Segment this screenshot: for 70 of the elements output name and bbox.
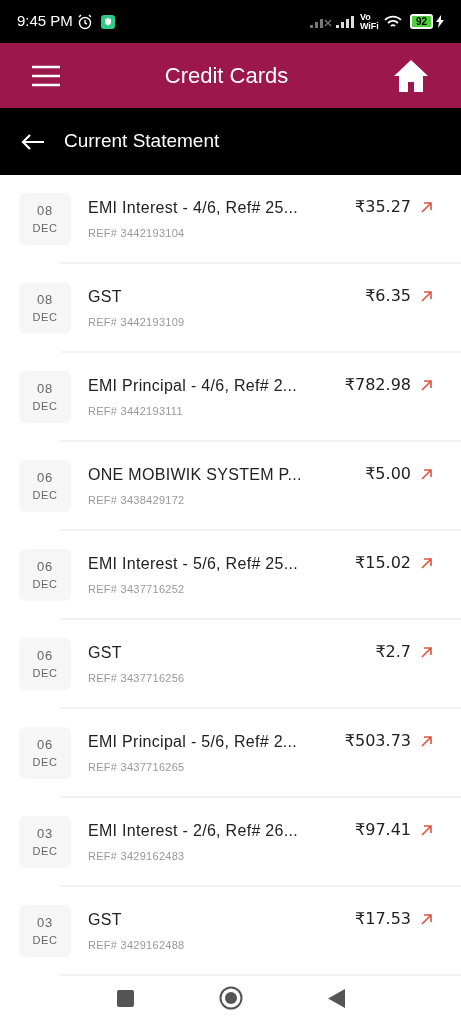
- home-button[interactable]: [393, 58, 429, 93]
- home-nav-button[interactable]: [218, 986, 243, 1010]
- shield-app-icon: [100, 14, 115, 29]
- date-day: 03: [37, 823, 53, 843]
- battery-indicator: 92: [409, 14, 433, 29]
- outgoing-arrow-icon: [420, 645, 433, 659]
- reference-number: REF# 3437716265: [88, 759, 186, 775]
- back-button[interactable]: [20, 132, 45, 151]
- outgoing-arrow-icon: [420, 734, 433, 748]
- signal-icon: [335, 15, 356, 28]
- transaction-amount: ₹97.41: [355, 819, 411, 841]
- outgoing-arrow-icon: [420, 823, 433, 837]
- transaction-amount: ₹5.00: [365, 463, 411, 485]
- reference-number: REF# 3429162488: [88, 937, 186, 953]
- recent-apps-button[interactable]: [116, 989, 134, 1007]
- transaction-amount: ₹17.53: [355, 908, 411, 930]
- screen-title: Current Statement: [64, 129, 220, 154]
- date-month: DEC: [32, 310, 58, 325]
- wifi-icon: [383, 14, 402, 29]
- app-title: Credit Cards: [163, 62, 290, 90]
- outgoing-arrow-icon: [420, 556, 433, 570]
- reference-number: REF# 3437716252: [88, 581, 186, 597]
- date-month: DEC: [32, 666, 58, 681]
- date-day: 06: [37, 734, 53, 754]
- transaction-title: EMI Interest - 4/6, Ref# 25...: [88, 197, 299, 218]
- date-month: DEC: [32, 577, 58, 592]
- reference-number: REF# 3429162483: [88, 848, 186, 864]
- transaction-title: GST: [88, 909, 123, 930]
- date-day: 03: [37, 912, 53, 932]
- date-day: 08: [37, 289, 53, 309]
- transaction-title: GST: [88, 642, 123, 663]
- transaction-title: EMI Principal - 5/6, Ref# 2...: [88, 731, 299, 752]
- outgoing-arrow-icon: [420, 912, 433, 926]
- date-month: DEC: [32, 755, 58, 770]
- transaction-amount: ₹6.35: [365, 285, 411, 307]
- outgoing-arrow-icon: [420, 289, 433, 303]
- network-label: Vo WiFi: [359, 12, 380, 31]
- status-time: 9:45 PM: [17, 11, 73, 32]
- date-day: 06: [37, 467, 53, 487]
- outgoing-arrow-icon: [420, 378, 433, 392]
- outgoing-arrow-icon: [420, 200, 433, 214]
- reference-number: REF# 3442193109: [88, 314, 186, 330]
- reference-number: REF# 3437716256: [88, 670, 186, 686]
- transaction-amount: ₹2.7: [375, 641, 411, 663]
- date-day: 06: [37, 556, 53, 576]
- transaction-amount: ₹15.02: [355, 552, 411, 574]
- transaction-title: GST: [88, 286, 123, 307]
- date-day: 08: [37, 200, 53, 220]
- date-month: DEC: [32, 933, 58, 948]
- alarm-icon: [76, 13, 93, 30]
- back-nav-button[interactable]: [327, 988, 345, 1008]
- transaction-title: EMI Interest - 5/6, Ref# 25...: [88, 553, 299, 574]
- transaction-title: EMI Interest - 2/6, Ref# 26...: [88, 820, 299, 841]
- date-month: DEC: [32, 399, 58, 414]
- charging-icon: [436, 15, 444, 28]
- transaction-title: EMI Principal - 4/6, Ref# 2...: [88, 375, 299, 396]
- transaction-amount: ₹782.98: [344, 374, 411, 396]
- transaction-title: ONE MOBIWIK SYSTEM P...: [88, 464, 303, 485]
- reference-number: REF# 3442193104: [88, 225, 186, 241]
- outgoing-arrow-icon: [420, 467, 433, 481]
- transaction-amount: ₹503.73: [344, 730, 411, 752]
- reference-number: REF# 3442193111: [88, 403, 184, 419]
- reference-number: REF# 3438429172: [88, 492, 186, 508]
- date-day: 06: [37, 645, 53, 665]
- date-month: DEC: [32, 844, 58, 859]
- date-month: DEC: [32, 221, 58, 236]
- transaction-amount: ₹35.27: [355, 196, 411, 218]
- menu-button[interactable]: [32, 64, 60, 87]
- date-month: DEC: [32, 488, 58, 503]
- date-day: 08: [37, 378, 53, 398]
